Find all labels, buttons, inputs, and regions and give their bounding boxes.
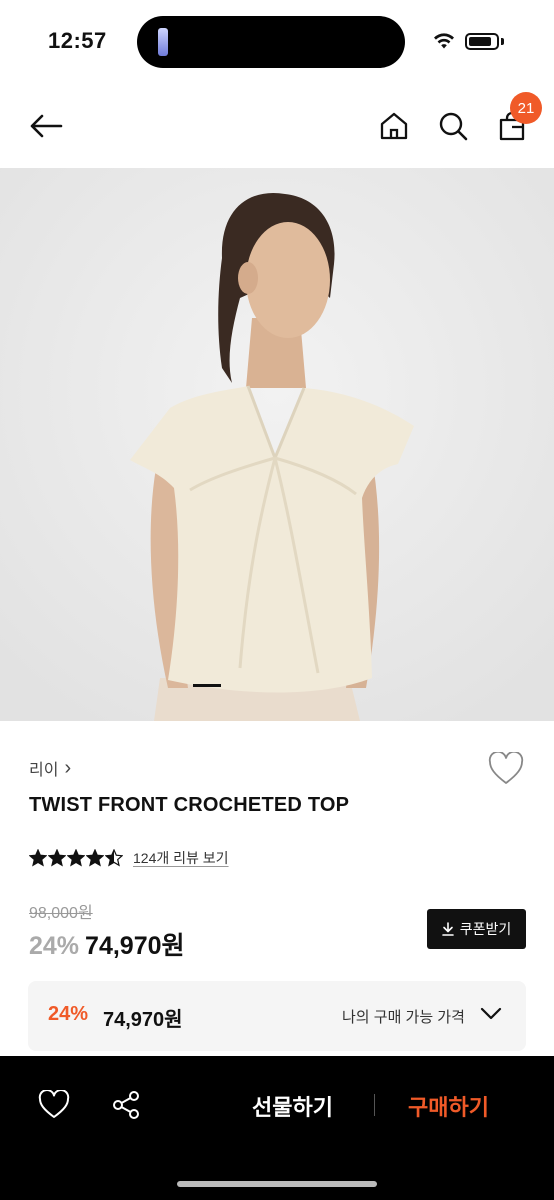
brand-link[interactable]: 리이 › <box>29 756 71 780</box>
star-icon <box>86 849 104 867</box>
rating-stars <box>29 849 123 867</box>
original-price: 98,000원 <box>29 905 93 922</box>
discount-rate: 24% <box>29 932 80 960</box>
wishlist-heart-button[interactable] <box>488 752 524 786</box>
coupon-label: 쿠폰받기 <box>459 921 512 937</box>
back-arrow-icon <box>30 114 63 138</box>
review-link[interactable]: 124개 리뷰 보기 <box>133 848 229 868</box>
heart-icon <box>38 1090 70 1118</box>
divider <box>374 1094 375 1116</box>
dynamic-island <box>137 16 405 68</box>
status-bar: 12:57 <box>0 0 554 84</box>
share-button[interactable] <box>111 1090 141 1120</box>
star-icon <box>105 849 123 867</box>
my-price-label: 나의 구매 가능 가격 <box>342 1009 465 1026</box>
my-discount-rate: 24% <box>48 1003 89 1025</box>
search-icon <box>439 112 468 141</box>
my-price-panel[interactable]: 24% 74,970원 나의 구매 가능 가격 <box>28 981 526 1051</box>
bottom-action-bar: 선물하기 구매하기 <box>0 1056 554 1200</box>
bottom-wishlist-button[interactable] <box>38 1090 70 1120</box>
my-price: 74,970원 <box>103 1009 183 1031</box>
home-icon <box>380 112 408 140</box>
battery-icon <box>465 33 499 50</box>
download-icon <box>441 922 454 936</box>
coupon-button[interactable]: 쿠폰받기 <box>427 909 526 949</box>
buy-button[interactable]: 구매하기 <box>408 1090 489 1122</box>
sale-price: 74,970원 <box>85 932 185 960</box>
star-icon <box>29 849 47 867</box>
model-photo <box>0 168 554 721</box>
share-icon <box>113 1091 139 1119</box>
heart-icon <box>488 752 524 784</box>
top-nav <box>0 84 554 168</box>
star-icon <box>67 849 85 867</box>
price-row: 24% 74,970원 <box>29 926 185 962</box>
gift-button[interactable]: 선물하기 <box>252 1090 333 1122</box>
back-button[interactable] <box>26 106 66 146</box>
product-title: TWIST FRONT CROCHETED TOP <box>29 794 350 816</box>
home-indicator <box>177 1181 377 1187</box>
wifi-icon <box>434 33 454 49</box>
brand-name: 리이 <box>29 762 59 779</box>
cart-count-badge: 21 <box>510 92 542 124</box>
product-image[interactable] <box>0 168 554 721</box>
home-button[interactable] <box>374 106 414 146</box>
status-time: 12:57 <box>48 28 107 53</box>
star-icon <box>48 849 66 867</box>
search-button[interactable] <box>433 106 473 146</box>
flashlight-icon <box>158 28 168 56</box>
rating-row: 124개 리뷰 보기 <box>29 848 229 868</box>
chevron-down-icon <box>480 1007 502 1020</box>
image-page-indicator <box>193 684 221 687</box>
chevron-right-icon: › <box>64 757 72 779</box>
